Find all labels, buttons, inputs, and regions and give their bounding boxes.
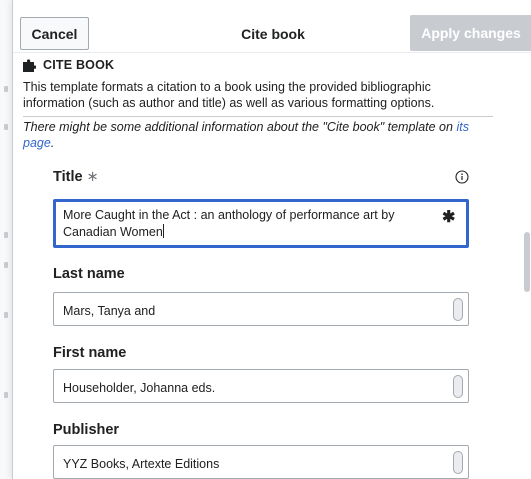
note-text: There might be some additional informati… [23,120,457,134]
info-icon[interactable] [455,170,469,184]
page-mark [4,392,8,398]
divider [23,116,493,117]
dialog-body[interactable]: Cite book This template formats a citati… [13,52,531,479]
cancel-button[interactable]: Cancel [20,17,89,50]
first-name-input[interactable]: Householder, Johanna eds. [53,369,469,403]
dialog-title: Cite book [241,26,305,42]
apply-changes-button[interactable]: Apply changes [410,15,531,51]
last-name-value: Mars, Tanya and [63,304,156,318]
note-end: . [50,136,55,150]
title-label: Title ∗ [53,169,99,185]
page-mark [4,124,8,130]
scrollbar[interactable] [524,232,530,292]
template-description: This template formats a citation to a bo… [23,80,435,110]
cite-book-dialog: Cancel Cite book Apply changes Cite book… [12,0,531,479]
page-mark [4,312,8,318]
publisher-input[interactable]: YYZ Books, Artexte Editions [53,445,469,479]
last-name-input[interactable]: Mars, Tanya and [53,292,469,326]
title-label-text: Title [53,169,83,185]
first-name-label: First name [53,345,127,361]
last-name-label: Last name [53,266,125,282]
publisher-label: Publisher [53,422,120,438]
publisher-value: YYZ Books, Artexte Editions [63,457,220,471]
first-name-value: Householder, Johanna eds. [63,381,216,395]
grip-icon[interactable] [453,298,463,321]
dialog-header: Cancel Cite book Apply changes [13,0,531,53]
title-input-value: More Caught in the Act : an anthology of… [63,207,433,241]
template-heading: Cite book [23,58,114,72]
text-caret [162,224,164,238]
puzzle-icon [23,58,36,72]
page-mark [4,262,8,268]
page-mark [4,232,8,238]
title-value-text: More Caught in the Act : an anthology of… [63,208,395,239]
required-asterisk-icon: ✱ [442,209,456,226]
grip-icon[interactable] [453,451,463,474]
page-mark [4,86,8,92]
required-marker: ∗ [86,169,99,185]
grip-icon[interactable] [453,375,463,398]
title-input[interactable]: More Caught in the Act : an anthology of… [53,199,469,248]
template-note: There might be some additional informati… [23,119,503,151]
template-name: Cite book [43,58,115,72]
